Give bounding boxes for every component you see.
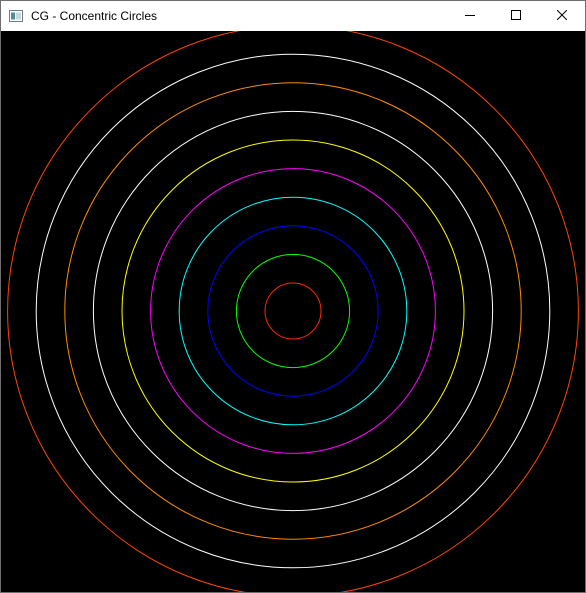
concentric-circles: [7, 31, 579, 592]
circle-2: [235, 253, 351, 369]
close-button[interactable]: [539, 1, 585, 31]
minimize-icon: [465, 7, 475, 25]
circle-9: [35, 53, 551, 569]
window-app-icon[interactable]: [8, 8, 24, 24]
circle-3: [207, 225, 379, 397]
window-controls: [447, 1, 585, 31]
close-icon: [556, 7, 568, 25]
drawing-canvas[interactable]: [1, 31, 585, 592]
circle-1: [264, 282, 322, 340]
minimize-button[interactable]: [447, 1, 493, 31]
circle-8: [64, 82, 522, 540]
app-window: CG - Concentric Circles: [0, 0, 586, 593]
circle-7: [92, 110, 494, 512]
maximize-button[interactable]: [493, 1, 539, 31]
maximize-icon: [511, 7, 521, 25]
circle-6: [121, 139, 465, 483]
circle-5: [150, 168, 436, 454]
title-bar[interactable]: CG - Concentric Circles: [1, 1, 585, 31]
circle-4: [178, 196, 408, 426]
window-title: CG - Concentric Circles: [31, 9, 158, 23]
